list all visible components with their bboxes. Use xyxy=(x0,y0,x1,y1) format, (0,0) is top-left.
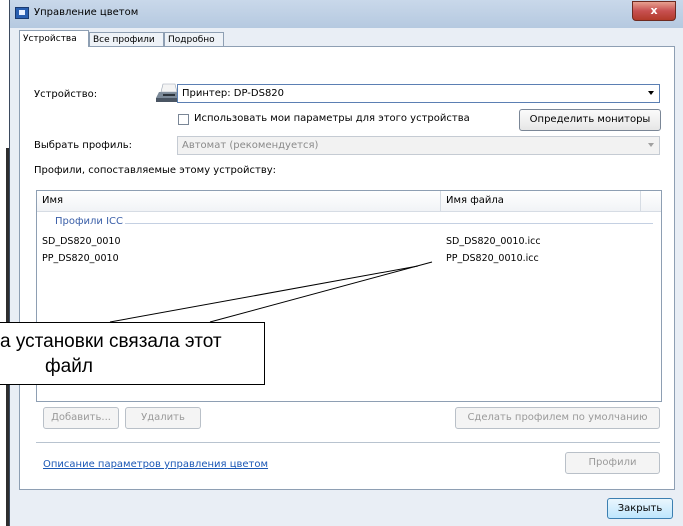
table-row[interactable]: PP_DS820_0010 PP_DS820_0010.icc xyxy=(37,253,661,267)
group-divider xyxy=(125,223,653,224)
list-header: Имя Имя файла xyxy=(37,191,661,212)
device-select-value: Принтер: DP-DS820 xyxy=(182,88,285,99)
help-link[interactable]: Описание параметров управления цветом xyxy=(43,459,268,470)
row-name: SD_DS820_0010 xyxy=(42,236,121,247)
use-my-settings-checkbox[interactable] xyxy=(178,114,189,125)
row-filename: PP_DS820_0010.icc xyxy=(446,253,539,264)
chevron-down-icon xyxy=(648,143,654,147)
remove-button[interactable]: Удалить xyxy=(125,407,201,429)
tab-all-profiles[interactable]: Все профили xyxy=(89,32,164,46)
color-management-window: Управление цветом x Устройства Все профи… xyxy=(9,0,683,526)
associated-profiles-label: Профили, сопоставляемые этому устройству… xyxy=(34,165,277,176)
identify-monitors-button[interactable]: Определить мониторы xyxy=(519,109,661,131)
tab-devices[interactable]: Устройства xyxy=(19,30,89,47)
column-header-filename[interactable]: Имя файла xyxy=(441,191,641,211)
close-window-button[interactable]: x xyxy=(632,1,676,21)
divider xyxy=(36,442,660,443)
profiles-button[interactable]: Профили xyxy=(565,452,660,474)
select-profile-label: Выбрать профиль: xyxy=(34,140,133,151)
callout-box: а установки связала этот файл xyxy=(0,322,265,385)
device-label: Устройство: xyxy=(34,89,98,100)
left-edge xyxy=(0,0,9,526)
color-management-icon xyxy=(15,7,29,19)
close-button[interactable]: Закрыть xyxy=(607,498,673,519)
window-title: Управление цветом xyxy=(34,7,139,18)
table-row[interactable]: SD_DS820_0010 SD_DS820_0010.icc xyxy=(37,236,661,250)
add-button[interactable]: Добавить... xyxy=(43,407,119,429)
group-header-icc: Профили ICC xyxy=(55,216,124,227)
tab-advanced[interactable]: Подробно xyxy=(164,32,224,46)
callout-line-2: файл xyxy=(45,356,93,377)
callout-line-1: а установки связала этот xyxy=(0,331,222,352)
profile-select-value: Автомат (рекомендуется) xyxy=(182,140,319,151)
title-bar: Управление цветом x xyxy=(10,0,683,28)
use-my-settings-label: Использовать мои параметры для этого уст… xyxy=(194,113,470,124)
device-select[interactable]: Принтер: DP-DS820 xyxy=(177,84,660,103)
profile-select[interactable]: Автомат (рекомендуется) xyxy=(177,136,660,155)
chevron-down-icon xyxy=(648,91,654,95)
row-filename: SD_DS820_0010.icc xyxy=(446,236,541,247)
row-name: PP_DS820_0010 xyxy=(42,253,119,264)
column-header-name[interactable]: Имя xyxy=(37,191,441,211)
set-default-button[interactable]: Сделать профилем по умолчанию xyxy=(455,407,660,429)
